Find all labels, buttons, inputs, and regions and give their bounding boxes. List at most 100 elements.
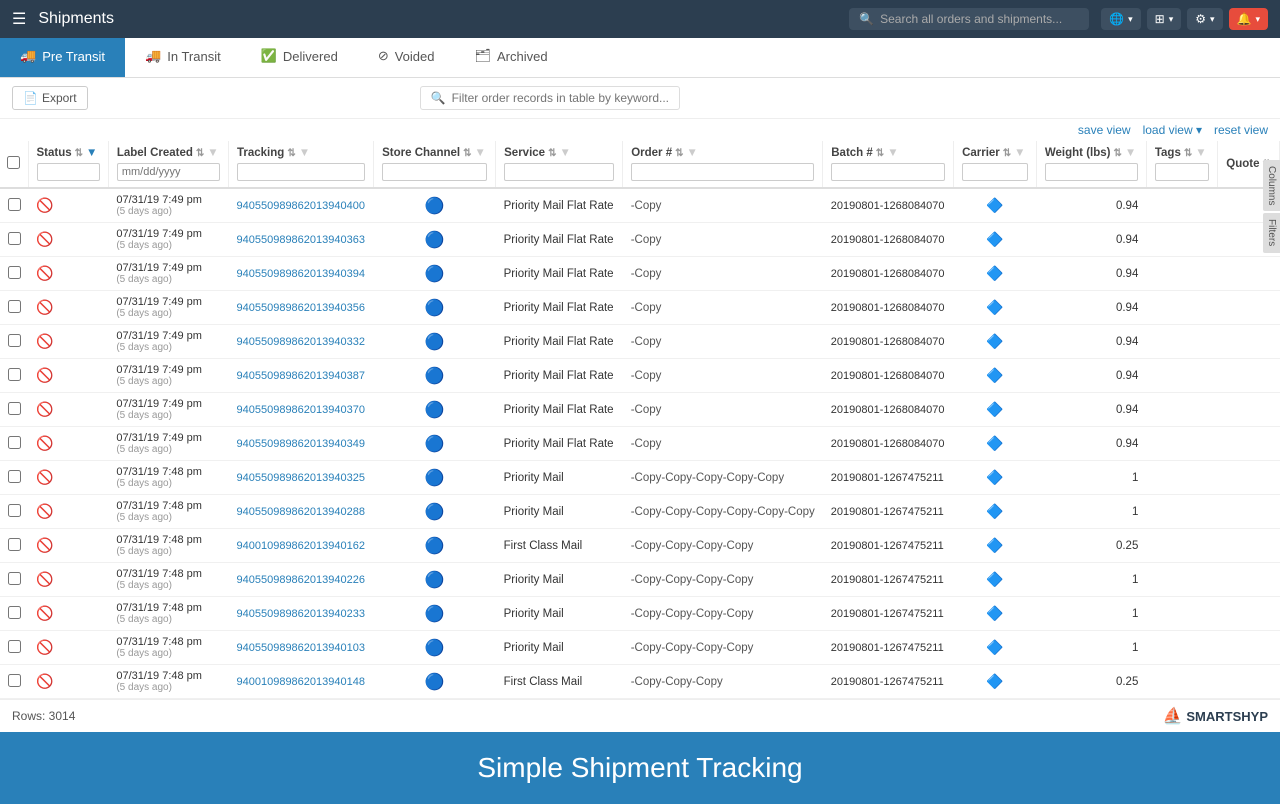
order-num-filter-input[interactable] [631, 163, 814, 181]
label-created-cell: 07/31/19 7:49 pm (5 days ago) [108, 257, 228, 291]
order-num-cell: -Copy [623, 393, 823, 427]
table-row: 🚫 07/31/19 7:49 pm (5 days ago) 94055098… [0, 427, 1280, 461]
layout-button[interactable]: ⊞ ▾ [1147, 8, 1182, 30]
tags-cell [1146, 223, 1217, 257]
row-checkbox-cell [0, 631, 28, 665]
tracking-cell: 940550989862013940332 [229, 325, 374, 359]
hamburger-menu[interactable]: ☰ [12, 9, 26, 29]
side-labels: Columns Filters [1263, 160, 1280, 253]
filter-icon[interactable]: ▼ [1014, 147, 1025, 159]
store-icon: 🔵 [425, 402, 445, 419]
row-checkbox[interactable] [8, 436, 21, 449]
filter-icon[interactable]: ▼ [86, 147, 97, 159]
store-channel-cell: 🔵 [374, 631, 496, 665]
global-search: 🔍 [849, 8, 1089, 30]
status-filter-input[interactable] [37, 163, 100, 181]
filter-icon[interactable]: ▼ [887, 147, 898, 159]
tags-cell [1146, 461, 1217, 495]
settings-button[interactable]: ⚙ ▾ [1187, 8, 1222, 30]
error-icon: 🚫 [36, 503, 53, 519]
row-checkbox[interactable] [8, 368, 21, 381]
row-checkbox-cell [0, 427, 28, 461]
error-icon: 🚫 [36, 367, 53, 383]
filter-input[interactable] [452, 91, 669, 105]
gear-icon: ⚙ [1195, 12, 1206, 26]
row-checkbox[interactable] [8, 504, 21, 517]
search-input[interactable] [880, 12, 1079, 26]
filter-icon[interactable]: ▼ [1125, 147, 1136, 159]
weight-cell: 1 [1036, 495, 1146, 529]
sort-icon: ⇅ [548, 148, 556, 159]
label-created-cell: 07/31/19 7:48 pm (5 days ago) [108, 495, 228, 529]
toolbar: 📄 Export 🔍 [0, 78, 1280, 119]
carrier-filter-input[interactable] [962, 163, 1028, 181]
filter-icon[interactable]: ▼ [207, 147, 218, 159]
quote-cell [1218, 461, 1280, 495]
globe-button[interactable]: 🌐 ▾ [1101, 8, 1140, 30]
filter-icon[interactable]: ▼ [299, 147, 310, 159]
filter-icon[interactable]: ▼ [474, 147, 485, 159]
tab-pre-transit[interactable]: 🚚 Pre Transit [0, 38, 125, 77]
tracking-cell: 940010989862013940148 [229, 665, 374, 699]
row-checkbox[interactable] [8, 198, 21, 211]
store-channel-filter-input[interactable] [382, 163, 487, 181]
row-checkbox[interactable] [8, 640, 21, 653]
row-checkbox[interactable] [8, 300, 21, 313]
filter-icon[interactable]: ▼ [559, 147, 570, 159]
filter-icon[interactable]: ▼ [1195, 147, 1206, 159]
select-all-checkbox[interactable] [7, 156, 20, 169]
quote-cell [1218, 393, 1280, 427]
tags-cell [1146, 563, 1217, 597]
tab-archived[interactable]: 🗂 Archived [454, 38, 567, 77]
error-icon: 🚫 [36, 333, 53, 349]
store-icon: 🔵 [425, 436, 445, 453]
tracking-filter-input[interactable] [237, 163, 365, 181]
carrier-icon: 🔷 [986, 503, 1003, 519]
error-icon: 🚫 [36, 401, 53, 417]
row-checkbox[interactable] [8, 572, 21, 585]
label-created-filter-input[interactable] [117, 163, 220, 181]
bell-icon: 🔔 [1237, 12, 1252, 26]
store-channel-cell: 🔵 [374, 223, 496, 257]
row-checkbox[interactable] [8, 232, 21, 245]
service-cell: Priority Mail [496, 563, 623, 597]
row-checkbox-cell [0, 461, 28, 495]
load-view-link[interactable]: load view ▾ [1143, 123, 1202, 137]
alert-button[interactable]: 🔔 ▾ [1229, 8, 1268, 30]
chevron-down-icon: ▾ [1255, 14, 1260, 25]
row-checkbox[interactable] [8, 606, 21, 619]
tab-in-transit[interactable]: 🚚 In Transit [125, 38, 241, 77]
store-channel-column-header: Store Channel ⇅ ▼ [374, 141, 496, 188]
weight-cell: 0.94 [1036, 393, 1146, 427]
service-cell: Priority Mail Flat Rate [496, 257, 623, 291]
service-filter-input[interactable] [504, 163, 614, 181]
row-checkbox[interactable] [8, 470, 21, 483]
error-icon: 🚫 [36, 639, 53, 655]
row-checkbox[interactable] [8, 334, 21, 347]
columns-side-label[interactable]: Columns [1263, 160, 1280, 211]
label-created-cell: 07/31/19 7:49 pm (5 days ago) [108, 427, 228, 461]
shipments-table: Status ⇅ ▼ Label Created ⇅ ▼ [0, 141, 1280, 699]
filters-side-label[interactable]: Filters [1263, 213, 1280, 252]
tags-cell [1146, 291, 1217, 325]
tracking-cell: 940550989862013940394 [229, 257, 374, 291]
carrier-icon: 🔷 [986, 673, 1003, 689]
export-button[interactable]: 📄 Export [12, 86, 88, 110]
order-num-cell: -Copy-Copy-Copy-Copy [623, 563, 823, 597]
row-checkbox[interactable] [8, 402, 21, 415]
row-checkbox[interactable] [8, 538, 21, 551]
reset-view-link[interactable]: reset view [1214, 123, 1268, 137]
service-cell: Priority Mail Flat Rate [496, 223, 623, 257]
row-checkbox[interactable] [8, 674, 21, 687]
weight-filter-input[interactable] [1045, 163, 1138, 181]
save-view-link[interactable]: save view [1078, 123, 1131, 137]
tracking-cell: 940010989862013940162 [229, 529, 374, 563]
tags-filter-input[interactable] [1155, 163, 1209, 181]
batch-num-filter-input[interactable] [831, 163, 945, 181]
view-options: save view load view ▾ reset view [0, 119, 1280, 141]
tab-delivered[interactable]: ✅ Delivered [241, 38, 358, 77]
filter-icon[interactable]: ▼ [687, 147, 698, 159]
tab-voided[interactable]: ⊘ Voided [358, 38, 455, 77]
weight-cell: 1 [1036, 631, 1146, 665]
row-checkbox[interactable] [8, 266, 21, 279]
